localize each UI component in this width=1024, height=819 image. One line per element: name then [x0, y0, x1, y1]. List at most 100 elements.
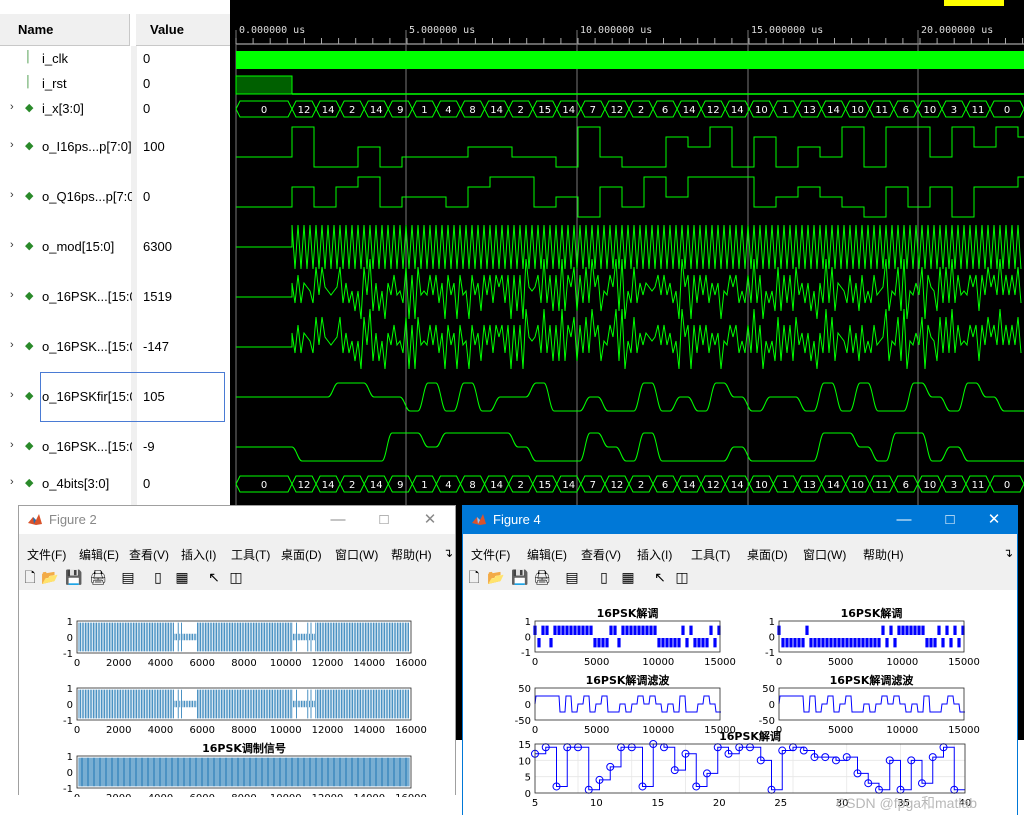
axes-box [534, 687, 721, 721]
figure2-titlebar[interactable]: Figure 2 — □ ✕ [19, 506, 455, 534]
bus-signal-icon: ◆ [25, 440, 34, 452]
save-icon[interactable]: 💾 [65, 568, 83, 586]
xtick-label: 2000 [106, 725, 131, 736]
xtick-label: 0 [532, 657, 538, 668]
menu-tools[interactable]: 工具(T) [231, 546, 270, 563]
new-figure-icon[interactable]: 🗋 [465, 568, 483, 586]
ytick-label: 15 [518, 740, 531, 751]
menu-tools[interactable]: 工具(T) [691, 546, 730, 563]
o4bits-bus-value: 10 [923, 480, 936, 491]
colorbar-icon[interactable]: ▯ [595, 568, 613, 586]
expand-chevron-icon[interactable]: › [10, 439, 14, 451]
link-plot-icon[interactable]: ▤ [119, 568, 137, 586]
watermark: CSDN @fpga和matlab [836, 795, 978, 811]
xtick-label: 4000 [148, 658, 173, 669]
menu-help[interactable]: 帮助(H) [863, 546, 904, 563]
xtick-label: 2000 [106, 793, 131, 797]
signal-line [78, 622, 409, 652]
ytick-label: -1 [63, 649, 73, 660]
o4bits-bus-value: 2 [638, 480, 644, 491]
menu-window[interactable]: 窗口(W) [335, 546, 378, 563]
ix-bus-value: 0 [1004, 105, 1010, 116]
o4bits-bus-value: 11 [972, 480, 985, 491]
menu-desktop[interactable]: 桌面(D) [281, 546, 322, 563]
name-column-header[interactable]: Name [0, 14, 130, 46]
pointer-icon[interactable]: ↖ [651, 568, 669, 586]
expand-chevron-icon[interactable]: › [10, 289, 14, 301]
xtick-label: 5000 [828, 725, 853, 736]
bus-signal-icon: ◆ [25, 240, 34, 252]
pointer-icon[interactable]: ↖ [205, 568, 223, 586]
axes: 10-10 2000 4000 6000 8000 10000 12000 14000 1600… [63, 617, 427, 669]
minimize-button[interactable]: — [881, 506, 927, 534]
xtick-label: 16000 [395, 658, 427, 669]
new-figure-icon[interactable]: 🗋 [21, 568, 39, 586]
menu-insert[interactable]: 插入(I) [181, 546, 216, 563]
xtick-label: 8000 [231, 793, 256, 797]
figure4-titlebar[interactable]: Figure 4 — □ ✕ [463, 506, 1017, 534]
expand-chevron-icon[interactable]: › [10, 476, 14, 488]
print-icon[interactable]: 🖨 [533, 568, 551, 586]
xtick-label: 10000 [270, 658, 302, 669]
ytick-label: 0 [525, 789, 531, 800]
property-inspector-icon[interactable]: ◫ [673, 568, 691, 586]
time-label: 0.000000 us [239, 25, 305, 36]
demod-q-wave [236, 308, 1022, 370]
link-plot-icon[interactable]: ▤ [563, 568, 581, 586]
colorbar-icon[interactable]: ▯ [149, 568, 167, 586]
bus-signal-icon: ◆ [25, 290, 34, 302]
legend-icon[interactable]: ▦ [619, 568, 637, 586]
menu-view[interactable]: 查看(V) [129, 546, 169, 563]
open-file-icon[interactable]: 📂 [487, 568, 505, 586]
minimize-button[interactable]: — [315, 506, 361, 534]
signal-name: o_16PSK...[15:0] [42, 289, 132, 304]
signal-value: 0 [143, 76, 151, 91]
maximize-button[interactable]: □ [361, 506, 407, 534]
ytick-label: 1 [67, 684, 73, 695]
close-button[interactable]: ✕ [971, 506, 1017, 534]
menu-insert[interactable]: 插入(I) [637, 546, 672, 563]
xtick-label: 6000 [190, 658, 215, 669]
xtick-label: 16000 [395, 725, 427, 736]
legend-icon[interactable]: ▦ [173, 568, 191, 586]
menu-window[interactable]: 窗口(W) [803, 546, 846, 563]
close-button[interactable]: ✕ [407, 506, 453, 534]
signal-value: -9 [143, 439, 155, 454]
ix-bus-value: 12 [707, 105, 720, 116]
expand-chevron-icon[interactable]: › [10, 389, 14, 401]
ix-bus-value: 11 [972, 105, 985, 116]
print-icon[interactable]: 🖨 [89, 568, 107, 586]
property-inspector-icon[interactable]: ◫ [227, 568, 245, 586]
toolbar-arrow-icon[interactable]: ↴ [1003, 546, 1013, 560]
save-icon[interactable]: 💾 [511, 568, 529, 586]
value-column-header[interactable]: Value [136, 14, 230, 46]
expand-chevron-icon[interactable]: › [10, 101, 14, 113]
toolbar-arrow-icon[interactable]: ↴ [443, 546, 453, 560]
ytick-label: -1 [63, 784, 73, 795]
expand-chevron-icon[interactable]: › [10, 339, 14, 351]
menu-help[interactable]: 帮助(H) [391, 546, 432, 563]
signal-name: i_clk [42, 51, 69, 66]
open-file-icon[interactable]: 📂 [41, 568, 59, 586]
maximize-button[interactable]: □ [927, 506, 973, 534]
expand-chevron-icon[interactable]: › [10, 239, 14, 251]
ytick-label: -50 [759, 716, 775, 727]
menu-file[interactable]: 文件(F) [471, 546, 510, 563]
menu-edit[interactable]: 编辑(E) [79, 546, 119, 563]
ix-bus-value: 12 [298, 105, 311, 116]
expand-chevron-icon[interactable]: › [10, 189, 14, 201]
menu-file[interactable]: 文件(F) [27, 546, 66, 563]
xtick-label: 12000 [312, 725, 344, 736]
ytick-label: 1 [769, 617, 775, 628]
ix-bus-value: 14 [731, 105, 744, 116]
menu-edit[interactable]: 编辑(E) [527, 546, 567, 563]
xtick-label: 6000 [190, 725, 215, 736]
menu-view[interactable]: 查看(V) [581, 546, 621, 563]
xtick-label: 0 [532, 725, 538, 736]
xtick-label: 12000 [312, 793, 344, 797]
ix-bus-value: 2 [638, 105, 644, 116]
expand-chevron-icon[interactable]: › [10, 139, 14, 151]
bus-signal-icon: ◆ [25, 102, 34, 114]
menu-desktop[interactable]: 桌面(D) [747, 546, 788, 563]
o4bits-bus-value: 3 [951, 480, 957, 491]
